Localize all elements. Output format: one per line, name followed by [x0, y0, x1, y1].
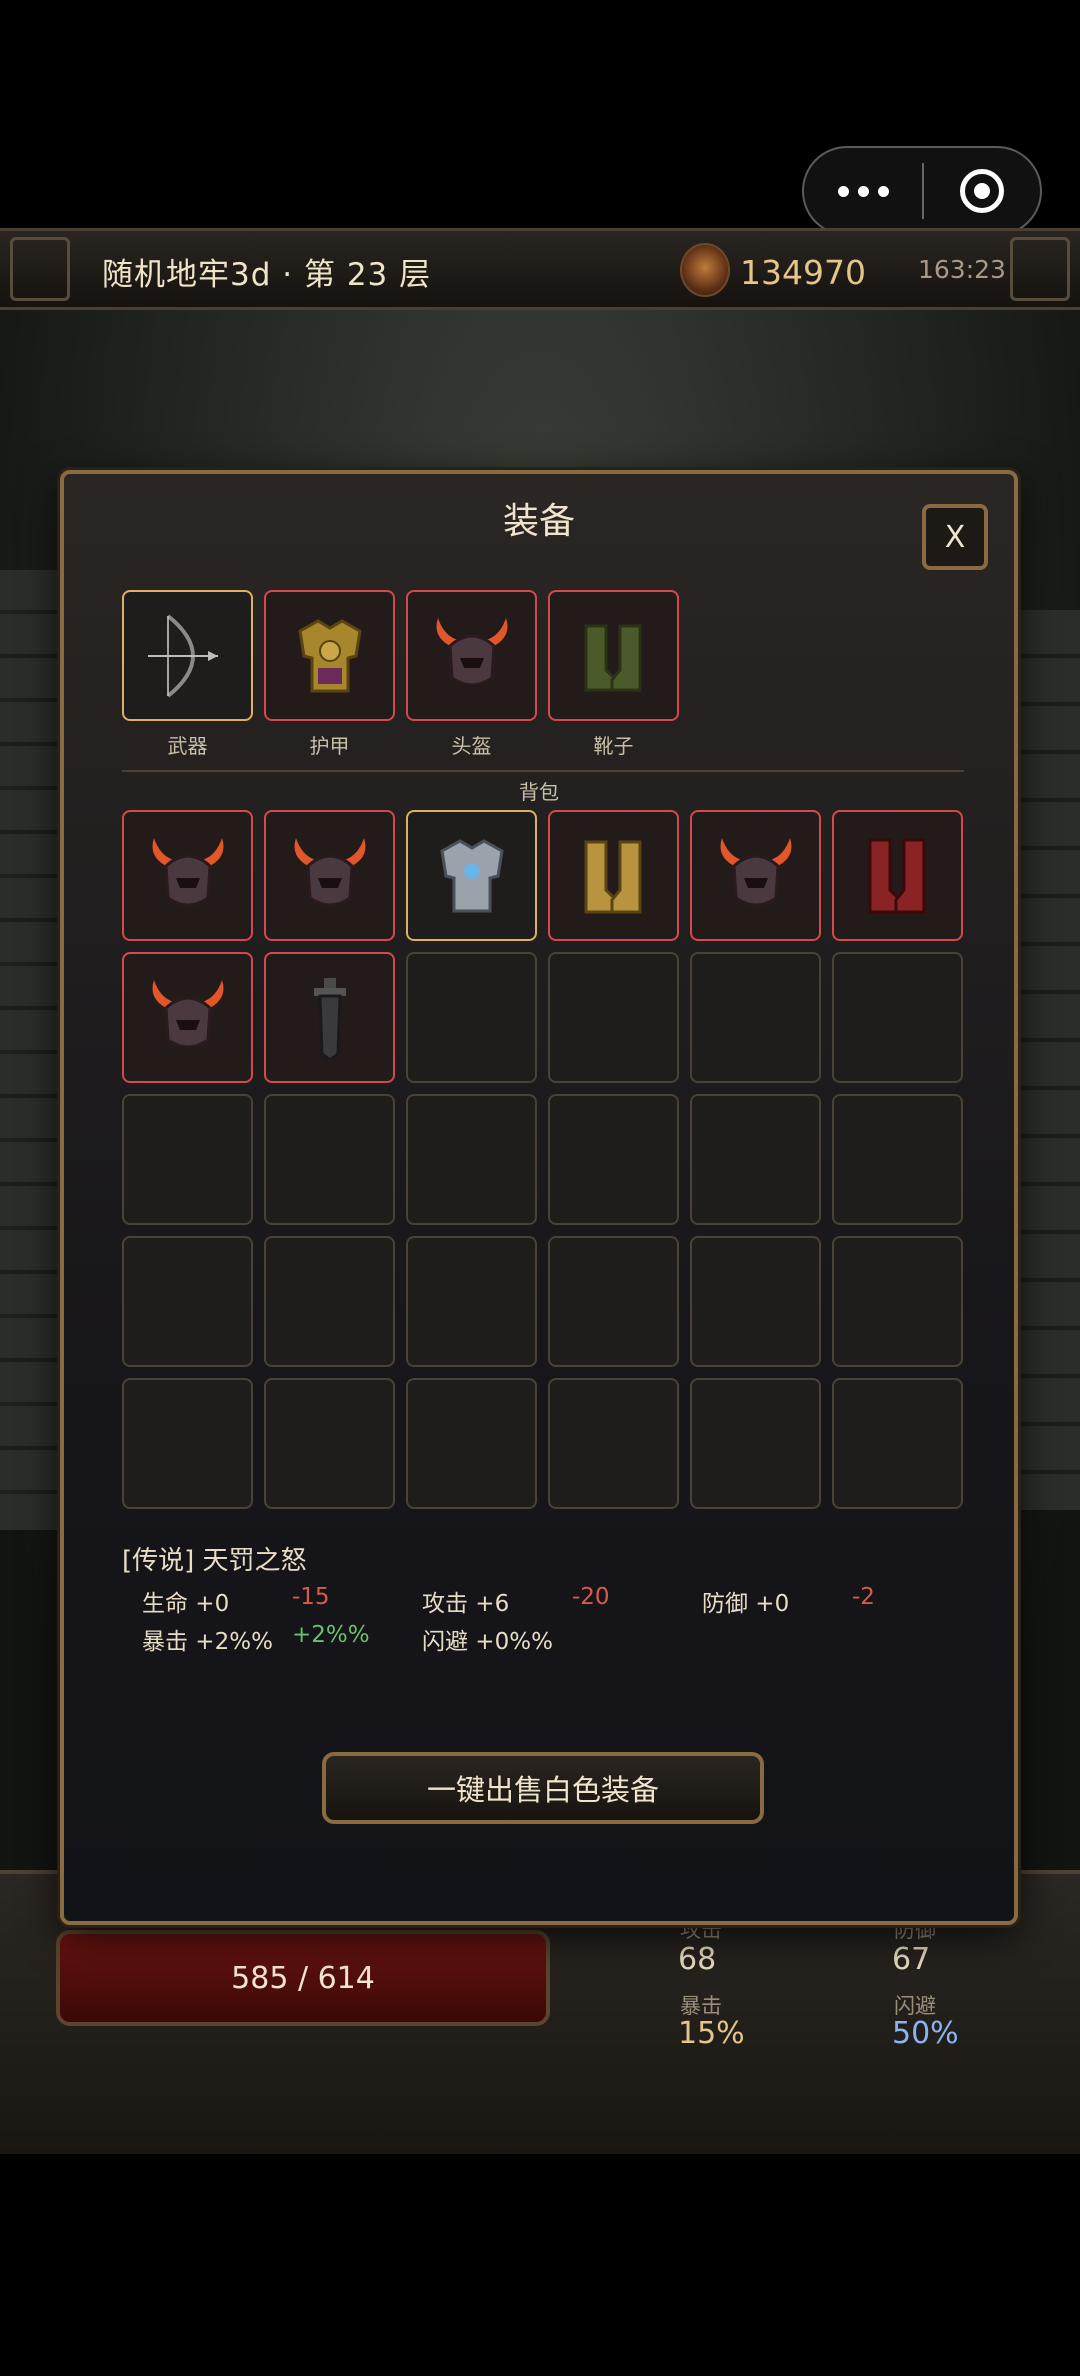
horned-helmet-icon — [294, 837, 365, 906]
gold-amount: 134970 — [740, 253, 866, 292]
bag-slot-empty[interactable] — [548, 1094, 679, 1225]
bag-slot-empty[interactable] — [264, 1236, 395, 1367]
bag-slot[interactable] — [122, 810, 253, 941]
stat-def: 防御 +0 — [702, 1591, 790, 1617]
bag-label: 背包 — [519, 780, 559, 804]
bag-slot-empty[interactable] — [122, 1236, 253, 1367]
bag-slot-empty[interactable] — [832, 1236, 963, 1367]
horned-helmet-icon — [152, 837, 223, 906]
red-boots-icon — [868, 838, 925, 913]
equipment-modal: 装备 X 武器 护甲 头盔 靴子 背包 [传说] 天罚之怒 生命 +0 -15 … — [60, 470, 1018, 1925]
bag-slot[interactable] — [548, 810, 679, 941]
bag-slot[interactable] — [406, 810, 537, 941]
stat-atk-diff: -20 — [572, 1584, 610, 1610]
bag-slot[interactable] — [122, 952, 253, 1083]
bag-slot-empty[interactable] — [548, 1236, 679, 1367]
crit-value: 15% — [678, 2016, 745, 2051]
bag-slot-empty[interactable] — [690, 1378, 821, 1509]
def-value: 67 — [892, 1942, 931, 1977]
wall-left — [0, 570, 60, 1530]
silver-armor-icon — [439, 838, 504, 912]
stat-hp: 生命 +0 — [142, 1591, 230, 1617]
equipped-slot-boots[interactable] — [548, 590, 679, 721]
atk-value: 68 — [678, 1942, 717, 1977]
ornament-left — [10, 237, 70, 301]
stat-crit-diff: +2%% — [292, 1622, 370, 1648]
horned-helmet-icon — [152, 979, 223, 1048]
dungeon-title: 随机地牢3d · 第 23 层 — [102, 257, 432, 293]
bag-slot-empty[interactable] — [264, 1378, 395, 1509]
ornament-right — [1010, 237, 1070, 301]
helmet-label: 头盔 — [451, 734, 492, 758]
bag-slot-empty[interactable] — [264, 1094, 395, 1225]
bag-slot-empty[interactable] — [832, 1378, 963, 1509]
bag-slot-empty[interactable] — [406, 1378, 537, 1509]
bag-slot-empty[interactable] — [548, 952, 679, 1083]
target-icon — [960, 169, 1004, 213]
dodge-value: 50% — [892, 2016, 959, 2051]
armor-label: 护甲 — [309, 734, 350, 758]
bag-slot[interactable] — [832, 810, 963, 941]
play-time: 163:23 — [918, 255, 1006, 284]
gold-boots-icon — [584, 840, 641, 913]
bag-slot[interactable] — [690, 810, 821, 941]
hp-bar: 585 / 614 — [56, 1930, 550, 2026]
stat-dodge: 闪避 +0%% — [422, 1629, 553, 1655]
miniprogram-capsule — [802, 146, 1042, 236]
bag-slot-empty[interactable] — [690, 952, 821, 1083]
stat-atk: 攻击 +6 — [422, 1591, 510, 1617]
stat-hp-diff: -15 — [292, 1584, 330, 1610]
gold-armor-icon — [297, 618, 362, 692]
bag-slot-empty[interactable] — [122, 1378, 253, 1509]
bag-slot-empty[interactable] — [406, 952, 537, 1083]
stat-crit: 暴击 +2%% — [142, 1629, 273, 1655]
stat-def-diff: -2 — [852, 1584, 875, 1610]
wall-right — [1020, 610, 1080, 1510]
bag-slot-empty[interactable] — [832, 952, 963, 1083]
section-divider — [122, 770, 964, 772]
horned-helmet-icon — [436, 617, 507, 686]
bag-slot-empty[interactable] — [122, 1094, 253, 1225]
bag-slot-empty[interactable] — [832, 1094, 963, 1225]
bag-slot-empty[interactable] — [690, 1094, 821, 1225]
dark-sword-icon — [313, 977, 346, 1062]
coin-icon — [680, 243, 730, 297]
bag-slot[interactable] — [264, 810, 395, 941]
close-button[interactable]: X — [922, 504, 988, 570]
bag-slot-empty[interactable] — [548, 1378, 679, 1509]
equipped-slot-helmet[interactable] — [406, 590, 537, 721]
sell-white-equipment-button[interactable]: 一键出售白色装备 — [322, 1752, 764, 1824]
equipped-slot-weapon[interactable] — [122, 590, 253, 721]
top-status-bar: 随机地牢3d · 第 23 层 134970 163:23 — [0, 228, 1080, 310]
boots-label: 靴子 — [593, 734, 634, 758]
bag-slot-empty[interactable] — [406, 1094, 537, 1225]
bag-slot-empty[interactable] — [406, 1236, 537, 1367]
more-menu-button[interactable] — [804, 148, 922, 234]
item-name: [传说] 天罚之怒 — [122, 1546, 307, 1576]
equipped-slot-armor[interactable] — [264, 590, 395, 721]
bow-icon — [147, 613, 218, 698]
modal-title: 装备 — [502, 501, 575, 542]
green-boots-icon — [584, 624, 641, 691]
bag-slot-empty[interactable] — [690, 1236, 821, 1367]
close-miniprogram-button[interactable] — [924, 169, 1040, 213]
bag-slot[interactable] — [264, 952, 395, 1083]
horned-helmet-icon — [720, 837, 791, 906]
weapon-label: 武器 — [167, 734, 208, 758]
